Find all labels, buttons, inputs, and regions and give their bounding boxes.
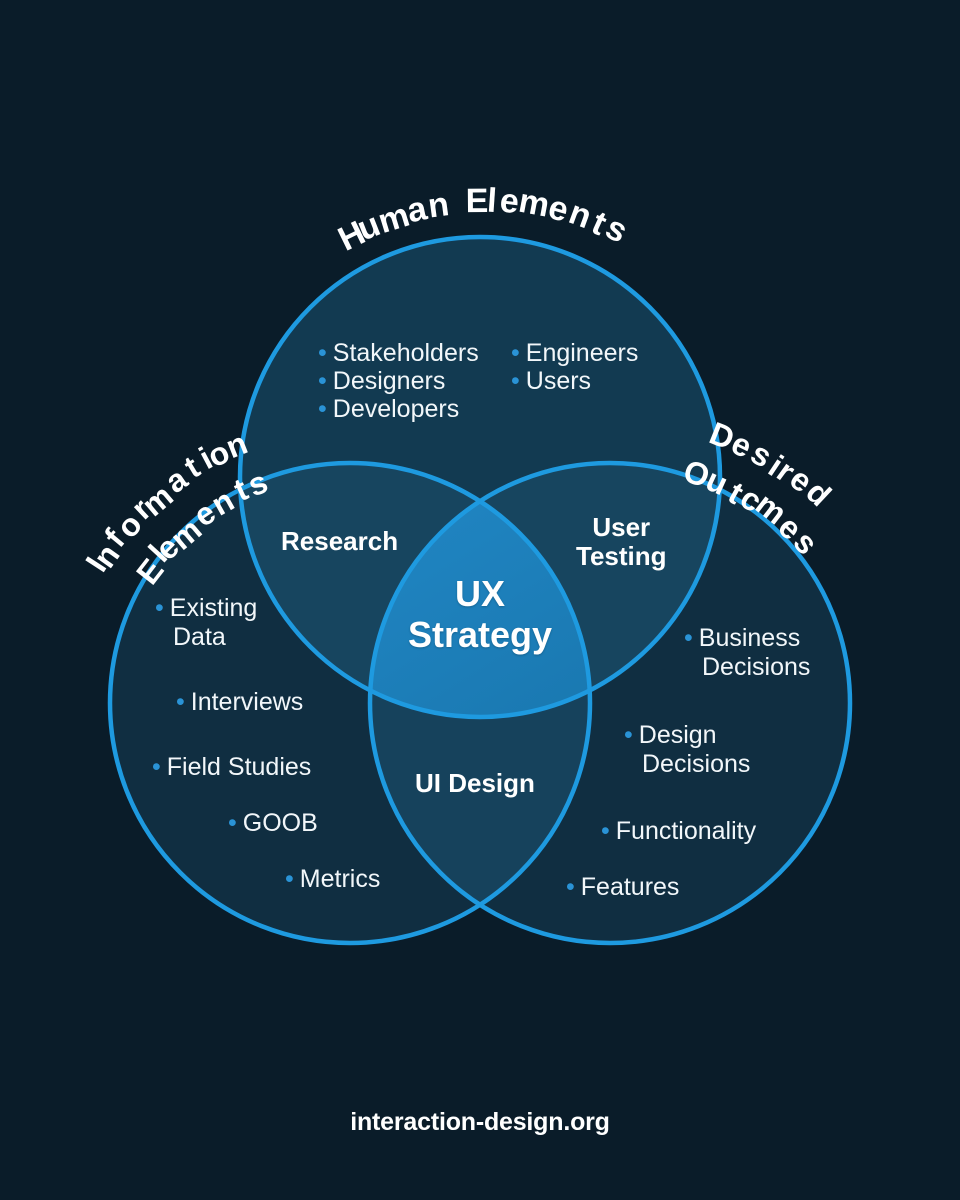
bullet-icon: • <box>624 721 633 749</box>
bullet-icon: • <box>318 395 327 423</box>
list-item-developers: • Developers <box>318 395 459 424</box>
venn-diagram-canvas: H u m a n E l e m e n t s I n f o r m a … <box>0 0 960 1200</box>
bullet-icon: • <box>318 339 327 367</box>
list-item-functionality: • Functionality <box>601 817 756 846</box>
center-label-line2: Strategy <box>407 614 553 656</box>
list-item-label: Design <box>638 721 717 749</box>
intersection-label-ui-design: UI Design <box>415 768 535 798</box>
footer-brand: interaction-design.org <box>350 1108 610 1136</box>
bullet-icon: • <box>318 367 327 395</box>
bullet-icon: • <box>176 688 185 716</box>
arc-char: E <box>465 182 489 221</box>
list-item-design-decisions: • Design Decisions <box>624 721 750 779</box>
list-item-features: • Features <box>566 873 679 902</box>
list-item-label: Field Studies <box>166 753 312 781</box>
list-item-interviews: • Interviews <box>176 688 303 717</box>
list-item-label: GOOB <box>242 809 318 837</box>
list-item-label: Functionality <box>615 817 757 845</box>
bullet-icon: • <box>285 865 294 893</box>
bullet-icon: • <box>511 339 520 367</box>
bullet-icon: • <box>152 753 161 781</box>
list-item-label: Metrics <box>299 865 381 893</box>
bullet-icon: • <box>228 809 237 837</box>
center-label-ux-strategy: UX Strategy <box>0 573 960 655</box>
list-item-metrics: • Metrics <box>285 865 380 894</box>
list-item-label: Interviews <box>190 688 304 716</box>
bullet-icon: • <box>601 817 610 845</box>
list-item-label: Users <box>525 367 592 395</box>
bullet-icon: • <box>511 367 520 395</box>
list-item-stakeholders: • Stakeholders <box>318 339 479 368</box>
intersection-label-user-testing: User Testing <box>576 512 667 572</box>
intersection-label-line1: User <box>592 512 651 542</box>
intersection-label-research: Research <box>281 526 399 556</box>
list-item-label-line2: Decisions <box>702 653 811 681</box>
list-item-designers: • Designers <box>318 367 445 396</box>
list-item-field-studies: • Field Studies <box>152 753 311 782</box>
bullet-icon: • <box>566 873 575 901</box>
list-item-users: • Users <box>511 367 591 396</box>
list-item-label: Designers <box>332 367 446 395</box>
list-item-label: Engineers <box>525 339 639 367</box>
intersection-label-line2: Testing <box>576 541 667 572</box>
center-label-line1: UX <box>454 573 505 614</box>
list-item-goob: • GOOB <box>228 809 318 838</box>
list-item-label-line2: Decisions <box>642 750 751 778</box>
list-item-label: Developers <box>332 395 460 423</box>
list-item-engineers: • Engineers <box>511 339 638 368</box>
list-item-label: Stakeholders <box>332 339 479 367</box>
list-item-label: Features <box>580 873 680 901</box>
